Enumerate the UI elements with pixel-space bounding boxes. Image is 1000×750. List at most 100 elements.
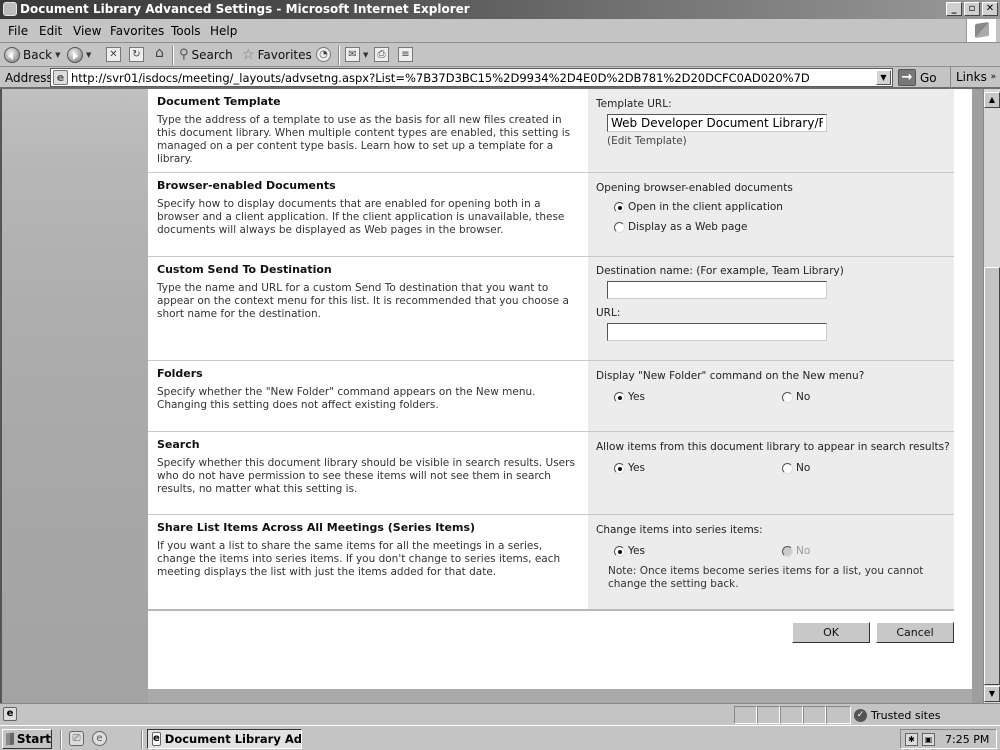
- menu-tools[interactable]: Tools: [171, 24, 201, 38]
- status-panel: [826, 706, 851, 724]
- search-icon: ⚲: [179, 47, 189, 62]
- taskbar-task-ie[interactable]: e Document Library Ad...: [147, 729, 302, 749]
- favorites-icon: ☆: [242, 47, 255, 63]
- network-icon[interactable]: ✱: [905, 732, 918, 746]
- destination-name-input[interactable]: [607, 281, 827, 299]
- windows-logo: [966, 19, 996, 42]
- menu-file[interactable]: File: [8, 24, 28, 38]
- ie-app-icon: [3, 2, 17, 16]
- settings-page: Document Template Type the address of a …: [148, 89, 972, 689]
- section-document-template: Document Template Type the address of a …: [148, 89, 954, 173]
- menu-help[interactable]: Help: [210, 24, 237, 38]
- windows-flag-icon: [6, 732, 14, 746]
- quicklaunch-desktop-icon[interactable]: ⎚: [69, 731, 84, 746]
- forward-icon: [67, 47, 83, 63]
- home-icon[interactable]: ⌂: [152, 46, 167, 62]
- status-panel: [780, 706, 803, 724]
- toolbar: Back ▼ ▼ ✕ ↻ ⌂ ⚲ Search ☆ Favorites ◔ ✉ …: [0, 43, 1000, 67]
- section-title: Folders: [157, 367, 203, 380]
- section-browser-enabled: Browser-enabled Documents Specify how to…: [148, 173, 954, 257]
- cancel-button[interactable]: Cancel: [876, 622, 954, 643]
- links-button[interactable]: Links »: [950, 67, 996, 89]
- section-description: Specify whether the "New Folder" command…: [157, 386, 536, 411]
- print-icon[interactable]: ⎙: [374, 47, 389, 62]
- taskbar-separator: [141, 730, 143, 749]
- radio-selected-icon: [614, 462, 625, 474]
- section-description: Type the address of a template to use as…: [157, 114, 571, 165]
- display-icon[interactable]: ▣: [922, 732, 935, 746]
- scrollbar-thumb[interactable]: [984, 267, 1000, 685]
- radio-display-web[interactable]: Display as a Web page: [614, 221, 748, 233]
- address-url[interactable]: http://svr01/isdocs/meeting/_layouts/adv…: [71, 71, 810, 85]
- address-input[interactable]: e http://svr01/isdocs/meeting/_layouts/a…: [50, 68, 893, 87]
- edit-icon[interactable]: ≡: [398, 47, 413, 62]
- toolbar-separator: [172, 46, 174, 65]
- ie-status-icon: e: [3, 707, 17, 721]
- history-icon[interactable]: ◔: [316, 47, 331, 62]
- minimize-button[interactable]: _: [946, 2, 962, 16]
- favorites-button[interactable]: ☆ Favorites: [242, 47, 312, 63]
- back-dropdown-icon[interactable]: ▼: [55, 51, 60, 59]
- radio-series-yes[interactable]: Yes: [614, 545, 645, 557]
- status-panel: [734, 706, 757, 724]
- template-url-label: Template URL:: [596, 98, 672, 110]
- start-button[interactable]: Start: [2, 729, 52, 749]
- security-zone[interactable]: ✓ Trusted sites: [854, 706, 941, 724]
- radio-folders-no[interactable]: No: [782, 391, 810, 403]
- go-button[interactable]: → Go: [898, 69, 937, 86]
- series-question: Change items into series items:: [596, 524, 763, 536]
- section-title: Share List Items Across All Meetings (Se…: [157, 521, 476, 534]
- mail-button[interactable]: ✉ ▼: [345, 47, 368, 62]
- quicklaunch-ie-icon[interactable]: e: [92, 731, 107, 746]
- page-margin: [972, 89, 983, 703]
- vertical-scrollbar[interactable]: ▲ ▼: [983, 89, 1000, 703]
- radio-label: Yes: [628, 545, 645, 557]
- back-button[interactable]: Back ▼: [4, 47, 61, 63]
- close-button[interactable]: ✕: [982, 2, 998, 16]
- menu-bar: File Edit View Favorites Tools Help: [0, 19, 1000, 43]
- menu-view[interactable]: View: [73, 24, 101, 38]
- ok-button[interactable]: OK: [792, 622, 870, 643]
- folders-question: Display "New Folder" command on the New …: [596, 370, 865, 382]
- series-note: Note: Once items become series items for…: [608, 565, 924, 590]
- left-navigation-pane: [0, 89, 148, 703]
- destination-url-input[interactable]: [607, 323, 827, 341]
- edit-template-link[interactable]: (Edit Template): [607, 135, 687, 147]
- radio-unselected-icon: [782, 391, 793, 403]
- trusted-sites-icon: ✓: [854, 708, 867, 722]
- address-dropdown-icon[interactable]: ▼: [876, 70, 891, 85]
- menu-favorites[interactable]: Favorites: [110, 24, 164, 38]
- address-bar: Address e http://svr01/isdocs/meeting/_l…: [0, 67, 1000, 89]
- forward-button[interactable]: ▼: [67, 47, 91, 63]
- section-title: Custom Send To Destination: [157, 263, 332, 276]
- toolbar-separator: [338, 46, 340, 65]
- section-description: Specify how to display documents that ar…: [157, 198, 565, 236]
- windows-flag-icon: [975, 22, 989, 38]
- radio-folders-yes[interactable]: Yes: [614, 391, 645, 403]
- status-panel: [757, 706, 780, 724]
- radio-label: No: [796, 462, 811, 474]
- stop-icon[interactable]: ✕: [106, 47, 121, 62]
- destination-url-label: URL:: [596, 307, 621, 319]
- browser-docs-question: Opening browser-enabled documents: [596, 182, 793, 194]
- mail-dropdown-icon[interactable]: ▼: [363, 51, 368, 59]
- scroll-down-button[interactable]: ▼: [984, 686, 1000, 702]
- radio-search-yes[interactable]: Yes: [614, 462, 645, 474]
- radio-search-no[interactable]: No: [782, 462, 810, 474]
- restore-button[interactable]: ▫: [964, 2, 980, 16]
- section-description: If you want a list to share the same ite…: [157, 540, 561, 578]
- scroll-up-button[interactable]: ▲: [984, 92, 1000, 108]
- refresh-icon[interactable]: ↻: [129, 47, 144, 62]
- start-label: Start: [16, 732, 51, 746]
- radio-open-client[interactable]: Open in the client application: [614, 201, 783, 213]
- template-url-input[interactable]: [607, 114, 827, 132]
- ie-task-icon: e: [152, 732, 161, 746]
- zone-label: Trusted sites: [871, 708, 941, 722]
- search-button[interactable]: ⚲ Search: [179, 47, 233, 62]
- radio-label: Yes: [628, 462, 645, 474]
- title-bar: Document Library Advanced Settings - Mic…: [0, 0, 1000, 19]
- menu-edit[interactable]: Edit: [39, 24, 62, 38]
- forward-dropdown-icon[interactable]: ▼: [86, 51, 91, 59]
- radio-label: No: [796, 391, 811, 403]
- section-title: Browser-enabled Documents: [157, 179, 336, 192]
